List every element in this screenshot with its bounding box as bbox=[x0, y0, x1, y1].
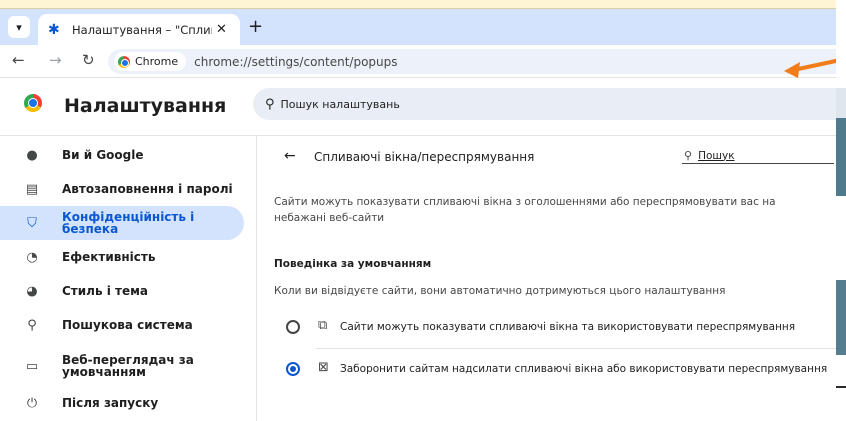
toolbar: ← → ↻ Chrome chrome://settings/content/p… bbox=[0, 45, 836, 78]
new-tab-button[interactable]: + bbox=[248, 16, 263, 37]
sidebar-item-default-browser[interactable]: ▭ Веб-переглядач за умовчанням bbox=[0, 346, 244, 386]
sidebar-item-search-engine[interactable]: ⚲ Пошукова система bbox=[0, 308, 244, 342]
background-image-strip bbox=[836, 280, 846, 355]
sidebar-item-label: Веб-переглядач за умовчанням bbox=[62, 353, 194, 379]
address-bar[interactable]: Chrome chrome://settings/content/popups bbox=[108, 49, 836, 74]
back-arrow-icon[interactable]: ← bbox=[284, 148, 296, 164]
back-icon[interactable]: ← bbox=[12, 51, 25, 69]
divider bbox=[316, 348, 836, 349]
description: Сайти можуть показувати спливаючі вікна … bbox=[274, 196, 776, 224]
tab-strip: ▾ ✱ Налаштування – "Спливаючі в ✕ + bbox=[0, 9, 836, 45]
sidebar-item-you-and-google[interactable]: ● Ви й Google bbox=[0, 138, 244, 172]
chevron-down-icon: ▾ bbox=[16, 20, 22, 34]
sidebar-item-on-startup[interactable]: ⏻ Після запуску bbox=[0, 386, 244, 420]
popup-blocked-icon: ⊠ bbox=[318, 360, 329, 375]
tab-settings[interactable]: ✱ Налаштування – "Спливаючі в ✕ bbox=[38, 14, 240, 45]
page-title: Налаштування bbox=[64, 95, 227, 117]
background-window-edge bbox=[836, 0, 846, 421]
tab-search-button[interactable]: ▾ bbox=[8, 16, 30, 38]
sidebar-item-label: Ефективність bbox=[62, 250, 156, 264]
settings-header: Налаштування ⚲ Пошук налаштувань bbox=[0, 78, 836, 136]
popup-allowed-icon: ⧉ bbox=[318, 318, 328, 333]
settings-search-input[interactable]: ⚲ Пошук налаштувань bbox=[253, 88, 836, 120]
sidebar-item-privacy[interactable]: ⛉ Конфіденційність і безпека bbox=[0, 206, 244, 240]
reload-icon[interactable]: ↻ bbox=[82, 51, 95, 69]
tab-title: Налаштування – "Спливаючі в bbox=[72, 22, 212, 37]
sidebar: ● Ви й Google ▤ Автозаповнення і паролі … bbox=[0, 136, 257, 421]
url-text: chrome://settings/content/popups bbox=[194, 54, 398, 69]
section-title: Поведінка за умовчанням bbox=[274, 258, 432, 270]
radio-allow-popups[interactable] bbox=[286, 320, 300, 334]
browser-icon: ▭ bbox=[25, 358, 39, 374]
search-icon: ⚲ bbox=[27, 317, 37, 333]
speedometer-icon: ◔ bbox=[26, 249, 38, 265]
sidebar-item-label: Після запуску bbox=[62, 396, 159, 410]
sidebar-item-label: Стиль і тема bbox=[62, 284, 149, 298]
sidebar-item-label: Конфіденційність і безпека bbox=[62, 210, 195, 236]
sidebar-item-label: Автозаповнення і паролі bbox=[62, 182, 233, 196]
chrome-chip-label: Chrome bbox=[135, 55, 179, 68]
chrome-logo-icon bbox=[118, 55, 130, 68]
subpage-search-placeholder: Пошук bbox=[698, 149, 735, 162]
power-icon: ⏻ bbox=[26, 395, 38, 411]
chrome-chip[interactable]: Chrome bbox=[114, 52, 187, 71]
person-icon: ● bbox=[26, 147, 38, 163]
search-icon: ⚲ bbox=[684, 149, 693, 162]
radio-block-popups[interactable] bbox=[286, 362, 300, 376]
option-block-label[interactable]: Заборонити сайтам надсилати спливаючі ві… bbox=[340, 363, 827, 375]
gear-icon: ✱ bbox=[48, 21, 60, 38]
sidebar-item-label: Ви й Google bbox=[62, 148, 144, 162]
shield-icon: ⛉ bbox=[27, 215, 37, 231]
clipboard-icon: ▤ bbox=[25, 181, 39, 197]
section-note: Коли ви відвідуєте сайти, вони автоматич… bbox=[274, 285, 726, 297]
close-icon[interactable]: ✕ bbox=[216, 22, 227, 37]
search-placeholder: Пошук налаштувань bbox=[280, 97, 400, 111]
search-icon: ⚲ bbox=[265, 96, 275, 112]
sidebar-item-appearance[interactable]: ◕ Стиль і тема bbox=[0, 274, 244, 308]
top-window-strip bbox=[0, 0, 846, 9]
background-image-strip bbox=[836, 118, 846, 196]
sidebar-item-performance[interactable]: ◔ Ефективність bbox=[0, 240, 244, 274]
main-content: ← Спливаючі вікна/переспрямування ⚲ Пошу… bbox=[258, 136, 836, 421]
subpage-search-input[interactable]: ⚲ Пошук bbox=[682, 148, 834, 164]
sidebar-item-label: Пошукова система bbox=[62, 318, 193, 332]
forward-icon[interactable]: → bbox=[49, 51, 62, 69]
chrome-logo-icon bbox=[24, 94, 42, 112]
window-border bbox=[836, 386, 846, 388]
palette-icon: ◕ bbox=[26, 283, 38, 299]
sidebar-item-autofill[interactable]: ▤ Автозаповнення і паролі bbox=[0, 172, 244, 206]
option-allow-label[interactable]: Сайти можуть показувати спливаючі вікна … bbox=[340, 321, 795, 333]
subpage-title: Спливаючі вікна/переспрямування bbox=[314, 150, 535, 164]
